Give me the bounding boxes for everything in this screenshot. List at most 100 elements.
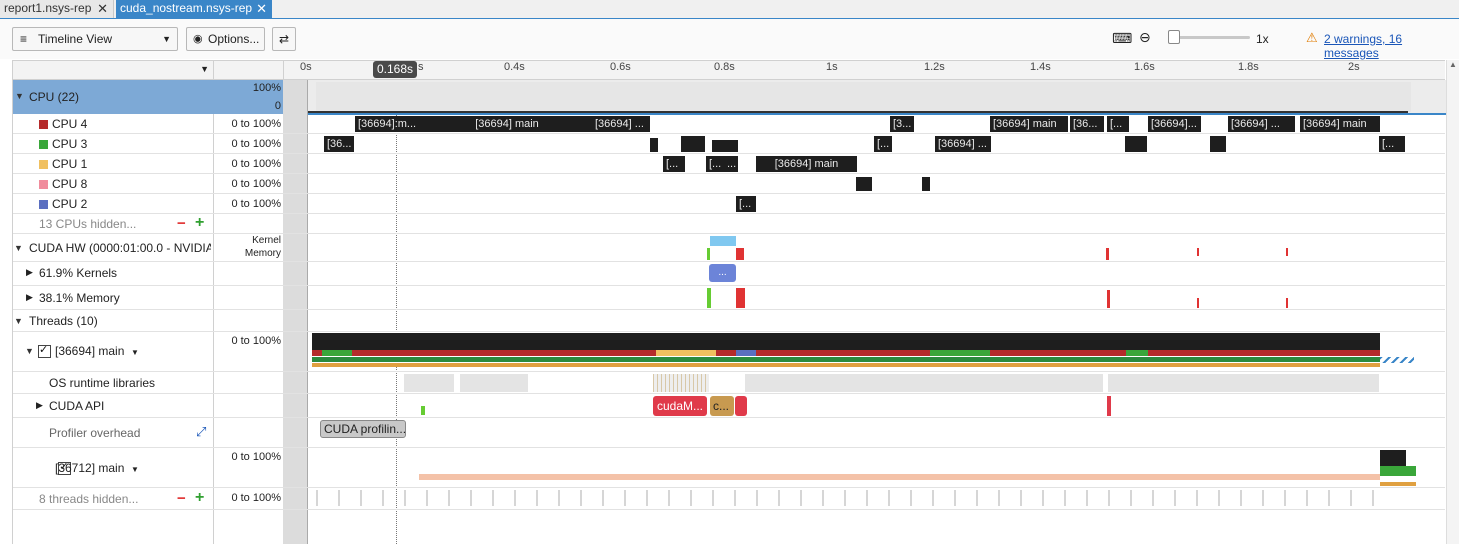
memory-activity[interactable]	[736, 248, 744, 260]
thread2-utilization[interactable]	[1380, 450, 1406, 466]
chevron-right-icon[interactable]: ▶	[36, 400, 43, 411]
chevron-down-icon[interactable]: ▼	[131, 465, 139, 474]
chevron-down-icon[interactable]: ▼	[15, 91, 27, 101]
thread-block[interactable]	[856, 177, 872, 191]
cuda-api-call[interactable]: c...	[710, 396, 734, 416]
timeline-ruler[interactable]	[283, 60, 1445, 80]
warnings-link[interactable]: 2 warnings, 16 messages	[1324, 32, 1459, 60]
cpu-group-row[interactable]: ▼ CPU (22)	[13, 80, 213, 114]
cuda-api-call[interactable]	[735, 396, 747, 416]
memory-activity[interactable]	[1197, 248, 1199, 256]
memcpy-block[interactable]	[1286, 298, 1288, 308]
memory-activity[interactable]	[1286, 248, 1288, 256]
thread-block[interactable]: [36694] ...	[935, 136, 991, 152]
thread-block[interactable]: [36694] main	[990, 116, 1068, 132]
chevron-down-icon[interactable]: ▼	[131, 348, 139, 357]
thread-block[interactable]: [36694] ...	[1228, 116, 1295, 132]
chevron-down-icon[interactable]: ▼	[25, 346, 37, 356]
thread-block[interactable]: ...	[724, 156, 738, 172]
scroll-up-icon[interactable]: ▲	[1449, 60, 1457, 69]
chevron-right-icon[interactable]: ▶	[26, 292, 33, 303]
thread-block[interactable]: [...	[1379, 136, 1405, 152]
options-button[interactable]: ◉ Options...	[186, 27, 265, 51]
cpu-name: CPU 2	[52, 197, 88, 211]
api-call[interactable]	[421, 406, 425, 415]
thread-block[interactable]	[1125, 136, 1147, 152]
kernel-activity[interactable]	[710, 236, 736, 246]
os-runtime-activity[interactable]	[745, 374, 1103, 392]
memory-activity[interactable]	[1106, 248, 1109, 260]
menu-icon: ≡	[20, 32, 28, 46]
minus-icon[interactable]: −	[177, 215, 186, 232]
thread-block[interactable]: [36694] ...	[592, 116, 650, 132]
thread-block[interactable]: [36...	[324, 136, 354, 152]
thread-block[interactable]: [36694] main	[1300, 116, 1380, 132]
thread-utilization[interactable]	[312, 333, 1380, 350]
memcpy-block[interactable]	[1107, 290, 1110, 308]
thread-block[interactable]	[650, 138, 658, 152]
thread-block[interactable]: [...	[736, 196, 756, 212]
keyboard-icon[interactable]: ⌨	[1112, 30, 1132, 47]
tick-label: 1s	[826, 61, 838, 73]
expand-icon[interactable]: ⤢	[196, 424, 206, 440]
thread-block[interactable]: [...	[1107, 116, 1129, 132]
thread2-label: [36712] main	[55, 461, 125, 475]
threads-group-row[interactable]	[13, 310, 1445, 332]
cuda-api-call[interactable]: cudaM...	[653, 396, 707, 416]
thread-block[interactable]: [36694]...	[1148, 116, 1201, 132]
swap-button[interactable]: ⇄	[272, 27, 296, 51]
thread-block[interactable]: [...	[874, 136, 892, 152]
cpu-color-swatch	[39, 180, 48, 189]
cpu1-label: CPU 1	[39, 157, 87, 171]
thread-checkbox[interactable]	[38, 343, 51, 358]
chevron-down-icon[interactable]: ▼	[14, 243, 26, 253]
thread-block[interactable]: [36694] main	[418, 116, 596, 132]
profiler-overhead-row[interactable]	[13, 418, 1445, 448]
thread-block[interactable]	[1210, 136, 1226, 152]
chevron-down-icon[interactable]: ▼	[14, 316, 26, 326]
memcpy-block[interactable]	[736, 288, 745, 308]
thread-block[interactable]: [36694] main	[756, 156, 857, 172]
cuda-api-label: CUDA API	[49, 399, 105, 413]
zoom-level: 1x	[1256, 32, 1269, 46]
cpu-name: CPU 8	[52, 177, 88, 191]
thread-state-bar	[930, 350, 990, 356]
memcpy-block[interactable]	[707, 288, 711, 308]
thread-block[interactable]: [36...	[1070, 116, 1104, 132]
thread-block[interactable]: [3...	[890, 116, 914, 132]
cpu-color-swatch	[39, 160, 48, 169]
minus-icon[interactable]: −	[177, 490, 186, 507]
tab-cuda-nostream[interactable]: cuda_nostream.nsys-rep ✕	[116, 0, 272, 18]
cuda-api-call[interactable]	[1107, 396, 1111, 416]
zoom-out-icon[interactable]: ⊖	[1139, 29, 1151, 46]
os-runtime-activity[interactable]	[1108, 374, 1379, 392]
tab-report1[interactable]: report1.nsys-rep ✕	[0, 0, 114, 18]
os-runtime-activity[interactable]	[404, 374, 454, 392]
view-select[interactable]: ≡ Timeline View ▼	[12, 27, 178, 51]
os-runtime-activity[interactable]	[460, 374, 528, 392]
hidden-threads-activity[interactable]	[316, 490, 1380, 506]
kernel-block[interactable]: ...	[709, 264, 736, 282]
profiler-block[interactable]: CUDA profilin...	[320, 420, 406, 438]
os-runtime-activity[interactable]	[653, 374, 709, 392]
chevron-down-icon[interactable]: ▼	[200, 64, 209, 74]
thread-block[interactable]	[922, 177, 930, 191]
thread2-activity[interactable]	[419, 474, 1380, 480]
vertical-scrollbar[interactable]: ▲	[1446, 60, 1459, 544]
plus-icon[interactable]: +	[195, 489, 204, 507]
close-icon[interactable]: ✕	[256, 0, 267, 17]
chevron-right-icon[interactable]: ▶	[26, 267, 33, 278]
memory-row[interactable]	[13, 286, 1445, 310]
thread-block[interactable]: [36694]:m...	[355, 116, 419, 132]
plus-icon[interactable]: +	[195, 214, 204, 232]
thread-block[interactable]	[681, 136, 705, 152]
memcpy-block[interactable]	[1197, 298, 1199, 308]
memory-activity[interactable]	[707, 248, 710, 260]
thread-block[interactable]	[712, 140, 738, 152]
close-icon[interactable]: ✕	[97, 0, 108, 17]
thread-block[interactable]: [...	[663, 156, 685, 172]
zoom-slider-handle[interactable]	[1168, 30, 1180, 44]
zoom-slider[interactable]	[1175, 36, 1250, 39]
cuda-hw-range-kernel: Kernel	[252, 235, 281, 246]
thread-state-bar	[736, 350, 756, 356]
